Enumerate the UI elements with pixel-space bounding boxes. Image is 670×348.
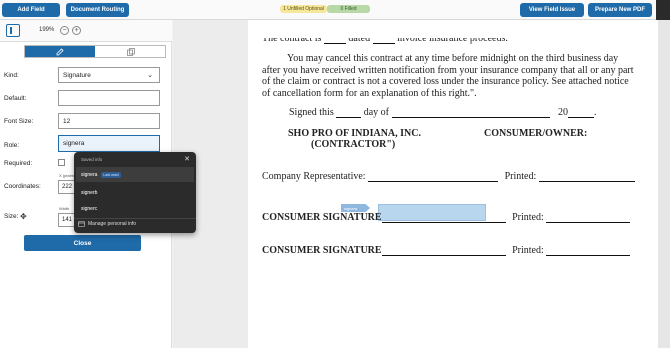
zoom-out-icon[interactable]: − xyxy=(60,26,69,35)
unfilled-optional-badge[interactable]: 1 Unfilled Optional xyxy=(280,5,327,13)
manage-personal-info[interactable]: Manage personal info xyxy=(78,221,136,227)
view-field-issue-button[interactable]: View Field Issue xyxy=(520,3,584,17)
contractor-name: SHO PRO OF INDIANA, INC. xyxy=(288,128,421,139)
tab-copy[interactable] xyxy=(96,46,166,57)
font-size-input[interactable]: 12 xyxy=(58,113,160,129)
autofill-option[interactable]: signerb xyxy=(76,185,194,200)
company-rep-line: Company Representative: Printed: xyxy=(262,171,635,182)
close-icon[interactable]: ✕ xyxy=(184,155,190,163)
kind-label: Kind: xyxy=(4,72,19,79)
default-input[interactable] xyxy=(58,90,160,106)
default-label: Default: xyxy=(4,95,27,102)
autofill-option[interactable]: signerc xyxy=(76,201,194,216)
consumer-owner-heading: CONSUMER/OWNER: xyxy=(484,128,588,139)
autofill-popup: Saved info ✕ signera Last used signerb s… xyxy=(74,152,196,233)
top-toolbar: Add Field Document Routing 1 Unfilled Op… xyxy=(0,0,670,20)
edit-icon xyxy=(56,47,64,55)
role-input[interactable]: signera xyxy=(58,135,160,152)
kind-select[interactable]: Signature ⌄ xyxy=(58,67,160,83)
sidebar-toggle-icon[interactable] xyxy=(6,24,20,37)
close-button[interactable]: Close xyxy=(24,235,141,251)
cancellation-paragraph: You may cancel this contract at any time… xyxy=(262,53,634,99)
filled-badge[interactable]: 0 Filled xyxy=(327,5,370,13)
required-checkbox[interactable] xyxy=(58,159,65,166)
add-field-button[interactable]: Add Field xyxy=(2,3,60,17)
move-icon: ✥ xyxy=(20,212,27,221)
document-viewport[interactable]: The contract is dated invoice insurance … xyxy=(173,20,670,348)
required-label: Required: xyxy=(4,160,33,167)
contractor-role: (CONTRACTOR") xyxy=(311,139,396,150)
consumer-signature-line-2: CONSUMER SIGNATURE Printed: xyxy=(262,245,631,256)
window-corner xyxy=(656,0,670,20)
tab-edit[interactable] xyxy=(25,46,95,57)
prepare-new-pdf-button[interactable]: Prepare New PDF xyxy=(588,3,652,17)
copy-icon xyxy=(127,47,135,56)
font-size-label: Font Size: xyxy=(4,118,34,125)
role-label: Role: xyxy=(4,142,20,149)
consumer-signature-line-1: CONSUMER SIGNATURE Printed: xyxy=(262,212,631,223)
signature-field-tag[interactable]: signera xyxy=(341,204,370,212)
size-label: Size: xyxy=(4,213,19,220)
last-used-badge: Last used xyxy=(101,171,121,178)
zoom-in-icon[interactable]: + xyxy=(72,26,81,35)
popup-header: Saved info xyxy=(81,157,103,162)
panel-tabs xyxy=(24,45,166,58)
document-routing-button[interactable]: Document Routing xyxy=(66,3,129,17)
credit-card-icon xyxy=(78,221,85,227)
coordinates-label: Coordinates: xyxy=(4,183,41,190)
zoom-bar: 199% − + xyxy=(0,20,172,42)
autofill-option[interactable]: signera Last used xyxy=(76,167,194,182)
signed-line: Signed this day of 20. xyxy=(289,107,597,118)
zoom-level[interactable]: 199% xyxy=(39,27,54,33)
kind-value: Signature xyxy=(63,71,91,79)
width-label: Width xyxy=(59,206,70,211)
chevron-down-icon: ⌄ xyxy=(147,72,153,79)
popup-divider xyxy=(74,218,196,219)
